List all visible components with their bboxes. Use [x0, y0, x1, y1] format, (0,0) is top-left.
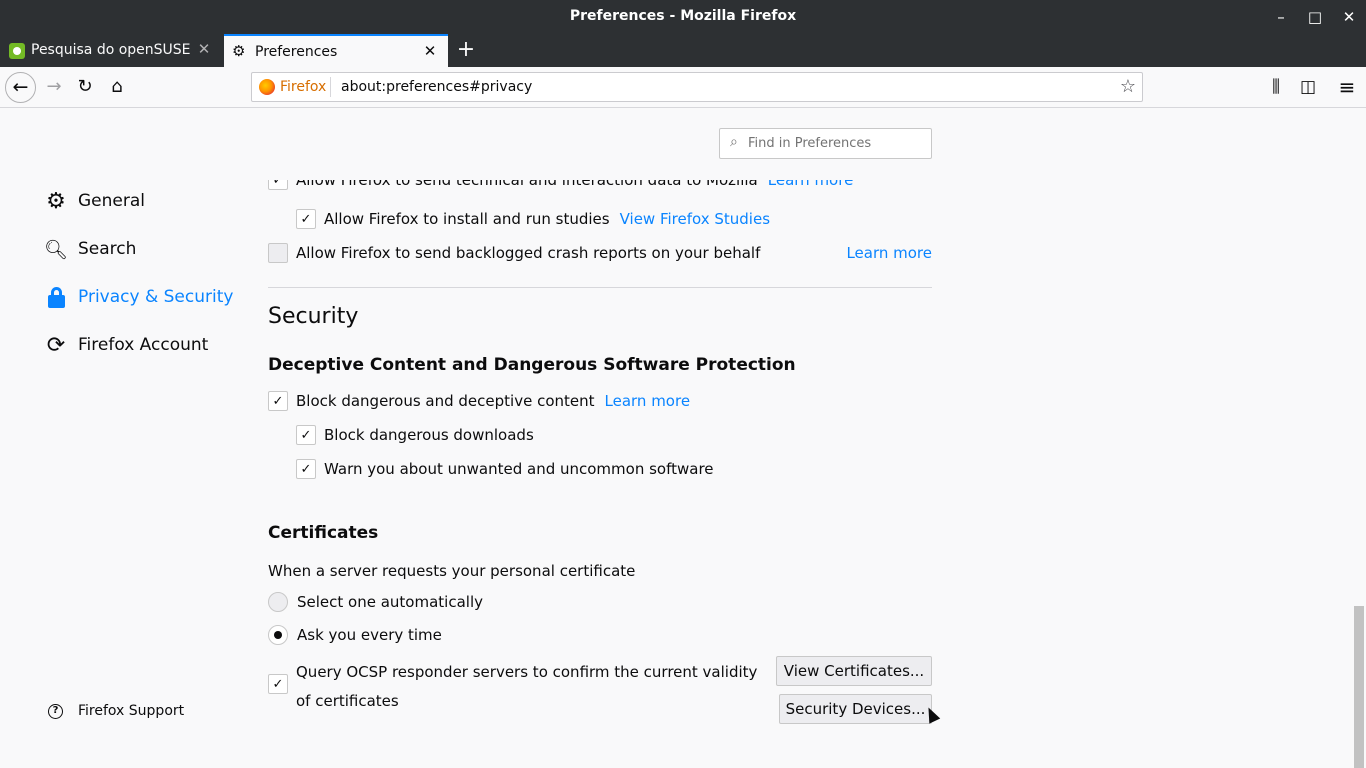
- firefox-logo-icon: [259, 79, 275, 95]
- opensuse-favicon-icon: [9, 43, 25, 59]
- ocsp-checkbox-row[interactable]: ✓: [268, 674, 296, 694]
- ocsp-checkbox-label[interactable]: Query OCSP responder servers to confirm …: [296, 658, 766, 716]
- bookmark-star-icon[interactable]: ☆: [1120, 76, 1136, 97]
- certificates-heading: Certificates: [268, 523, 379, 543]
- block-deceptive-content-row[interactable]: ✓ Block dangerous and deceptive content …: [268, 391, 690, 411]
- warn-unwanted-checkbox[interactable]: ✓: [296, 459, 316, 479]
- crash-reports-checkbox[interactable]: [268, 243, 288, 263]
- preferences-content: ⌕ ⚙ General 🔍︎ Search Privacy & Security…: [0, 108, 1366, 768]
- page-scrollbar[interactable]: [1352, 108, 1366, 768]
- minimize-button[interactable]: –: [1270, 6, 1292, 28]
- home-button[interactable]: ⌂: [103, 73, 131, 101]
- identity-separator: [330, 77, 331, 97]
- learn-more-link[interactable]: Learn more: [846, 244, 932, 262]
- block-deceptive-checkbox[interactable]: ✓: [268, 391, 288, 411]
- category-search[interactable]: 🔍︎ Search: [44, 234, 136, 264]
- find-in-preferences-input[interactable]: [748, 132, 928, 155]
- learn-more-link[interactable]: Learn more: [768, 180, 854, 189]
- scrollbar-thumb[interactable]: [1354, 606, 1364, 768]
- block-downloads-row[interactable]: ✓ Block dangerous downloads: [296, 425, 534, 445]
- close-window-button[interactable]: ✕: [1338, 6, 1360, 28]
- gear-icon: ⚙: [232, 42, 246, 60]
- tab-strip: Pesquisa do openSUSE ✕ ⚙ Preferences ✕ +: [0, 34, 1366, 67]
- radio-label: Select one automatically: [297, 593, 483, 611]
- view-certificates-button[interactable]: View Certificates...: [776, 656, 932, 686]
- hamburger-menu-button[interactable]: ≡: [1333, 73, 1361, 101]
- select-automatically-radio[interactable]: [268, 592, 288, 612]
- view-firefox-studies-link[interactable]: View Firefox Studies: [620, 210, 770, 228]
- find-in-preferences[interactable]: ⌕: [719, 128, 932, 159]
- learn-more-link[interactable]: Learn more: [605, 392, 691, 410]
- support-label: Firefox Support: [78, 703, 185, 719]
- maximize-button[interactable]: □: [1304, 6, 1326, 28]
- tab-opensuse-search[interactable]: Pesquisa do openSUSE ✕: [0, 34, 222, 67]
- tab-label: Pesquisa do openSUSE: [31, 42, 191, 58]
- tab-label: Preferences: [255, 44, 338, 60]
- url-bar[interactable]: Firefox about:preferences#privacy ☆: [251, 72, 1143, 102]
- forward-button[interactable]: →: [40, 73, 68, 101]
- radio-label: Ask you every time: [297, 626, 442, 644]
- category-label: Firefox Account: [78, 335, 209, 355]
- technical-data-checkbox-row[interactable]: ✓ Allow Firefox to send technical and in…: [268, 180, 853, 190]
- identity-box[interactable]: Firefox: [259, 79, 326, 95]
- category-general[interactable]: ⚙ General: [44, 186, 145, 216]
- library-button[interactable]: ⫼: [1262, 73, 1290, 101]
- new-tab-button[interactable]: +: [452, 36, 480, 64]
- reload-button[interactable]: ↻: [71, 73, 99, 101]
- checkbox-label: Block dangerous downloads: [324, 426, 534, 444]
- scrolled-off-row: ✓ Allow Firefox to send technical and in…: [268, 180, 932, 190]
- ask-every-time-radio[interactable]: [268, 625, 288, 645]
- security-devices-button[interactable]: Security Devices...: [779, 694, 932, 724]
- category-label: Search: [78, 239, 137, 259]
- sync-icon: ⟳: [46, 332, 66, 358]
- checkbox[interactable]: ✓: [268, 180, 288, 190]
- deceptive-content-heading: Deceptive Content and Dangerous Software…: [268, 355, 796, 375]
- security-heading: Security: [268, 304, 359, 329]
- category-privacy-security[interactable]: Privacy & Security: [44, 282, 233, 312]
- window-titlebar: Preferences - Mozilla Firefox – □ ✕: [0, 0, 1366, 34]
- category-label: Privacy & Security: [78, 287, 234, 307]
- navigation-toolbar: ← → ↻ ⌂ Firefox about:preferences#privac…: [0, 67, 1366, 108]
- window-title: Preferences - Mozilla Firefox: [569, 8, 797, 24]
- firefox-support-link[interactable]: ? Firefox Support: [48, 703, 184, 719]
- help-icon: ?: [48, 703, 63, 719]
- section-divider: [268, 287, 932, 288]
- warn-unwanted-software-row[interactable]: ✓ Warn you about unwanted and uncommon s…: [296, 459, 714, 479]
- checkbox-label: Allow Firefox to send backlogged crash r…: [296, 244, 761, 262]
- identity-label: Firefox: [280, 79, 327, 95]
- lock-icon: [44, 285, 68, 309]
- studies-checkbox[interactable]: ✓: [296, 209, 316, 229]
- url-text[interactable]: about:preferences#privacy: [341, 79, 532, 95]
- search-icon: 🔍︎: [43, 238, 69, 261]
- crash-reports-checkbox-row[interactable]: Allow Firefox to send backlogged crash r…: [268, 243, 932, 263]
- ocsp-checkbox[interactable]: ✓: [268, 674, 288, 694]
- tab-close-icon[interactable]: ✕: [194, 39, 214, 59]
- back-button[interactable]: ←: [5, 72, 36, 103]
- checkbox-label: Warn you about unwanted and uncommon sof…: [324, 460, 714, 478]
- checkbox-label: Allow Firefox to send technical and inte…: [296, 180, 758, 189]
- studies-checkbox-row[interactable]: ✓ Allow Firefox to install and run studi…: [296, 209, 770, 229]
- search-icon: ⌕: [730, 134, 738, 150]
- tab-close-icon[interactable]: ✕: [420, 41, 440, 61]
- sidebar-toggle-button[interactable]: ◫: [1294, 73, 1322, 101]
- ask-every-time-radio-row[interactable]: Ask you every time: [268, 625, 442, 645]
- checkbox-label: Allow Firefox to install and run studies: [324, 210, 610, 228]
- select-automatically-radio-row[interactable]: Select one automatically: [268, 592, 483, 612]
- checkbox-label: Block dangerous and deceptive content: [296, 392, 595, 410]
- block-downloads-checkbox[interactable]: ✓: [296, 425, 316, 445]
- certificates-description: When a server requests your personal cer…: [268, 562, 636, 580]
- gear-icon: ⚙: [46, 188, 66, 214]
- category-label: General: [78, 191, 145, 211]
- tab-preferences[interactable]: ⚙ Preferences ✕: [224, 34, 448, 67]
- category-firefox-account[interactable]: ⟳ Firefox Account: [44, 330, 209, 360]
